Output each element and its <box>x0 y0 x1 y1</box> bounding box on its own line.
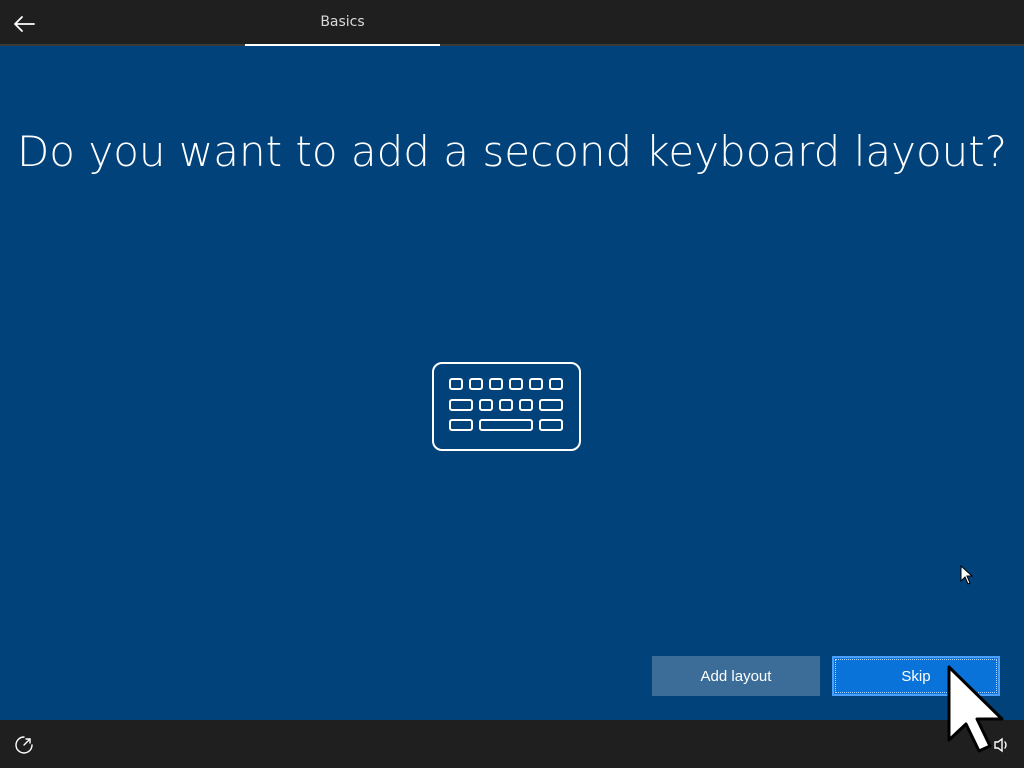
tab-basics-label: Basics <box>320 14 365 30</box>
keyboard-icon <box>432 362 581 451</box>
top-bar: Basics <box>0 0 1024 46</box>
keyboard-illustration <box>431 361 582 452</box>
add-layout-button[interactable]: Add layout <box>652 656 820 696</box>
add-layout-label: Add layout <box>700 667 772 685</box>
page-title: Do you want to add a second keyboard lay… <box>16 127 1008 176</box>
tab-basics[interactable]: Basics <box>245 0 440 46</box>
mouse-pointer-icon <box>960 565 974 585</box>
large-pointer-icon <box>947 665 1004 753</box>
skip-label: Skip <box>901 667 931 685</box>
main-panel: Do you want to add a second keyboard lay… <box>0 46 1024 720</box>
arrow-left-icon <box>14 16 35 32</box>
ease-of-access-button[interactable] <box>13 734 35 756</box>
back-button[interactable] <box>6 6 42 42</box>
ease-of-access-icon <box>15 736 33 754</box>
bottom-bar <box>0 720 1024 768</box>
